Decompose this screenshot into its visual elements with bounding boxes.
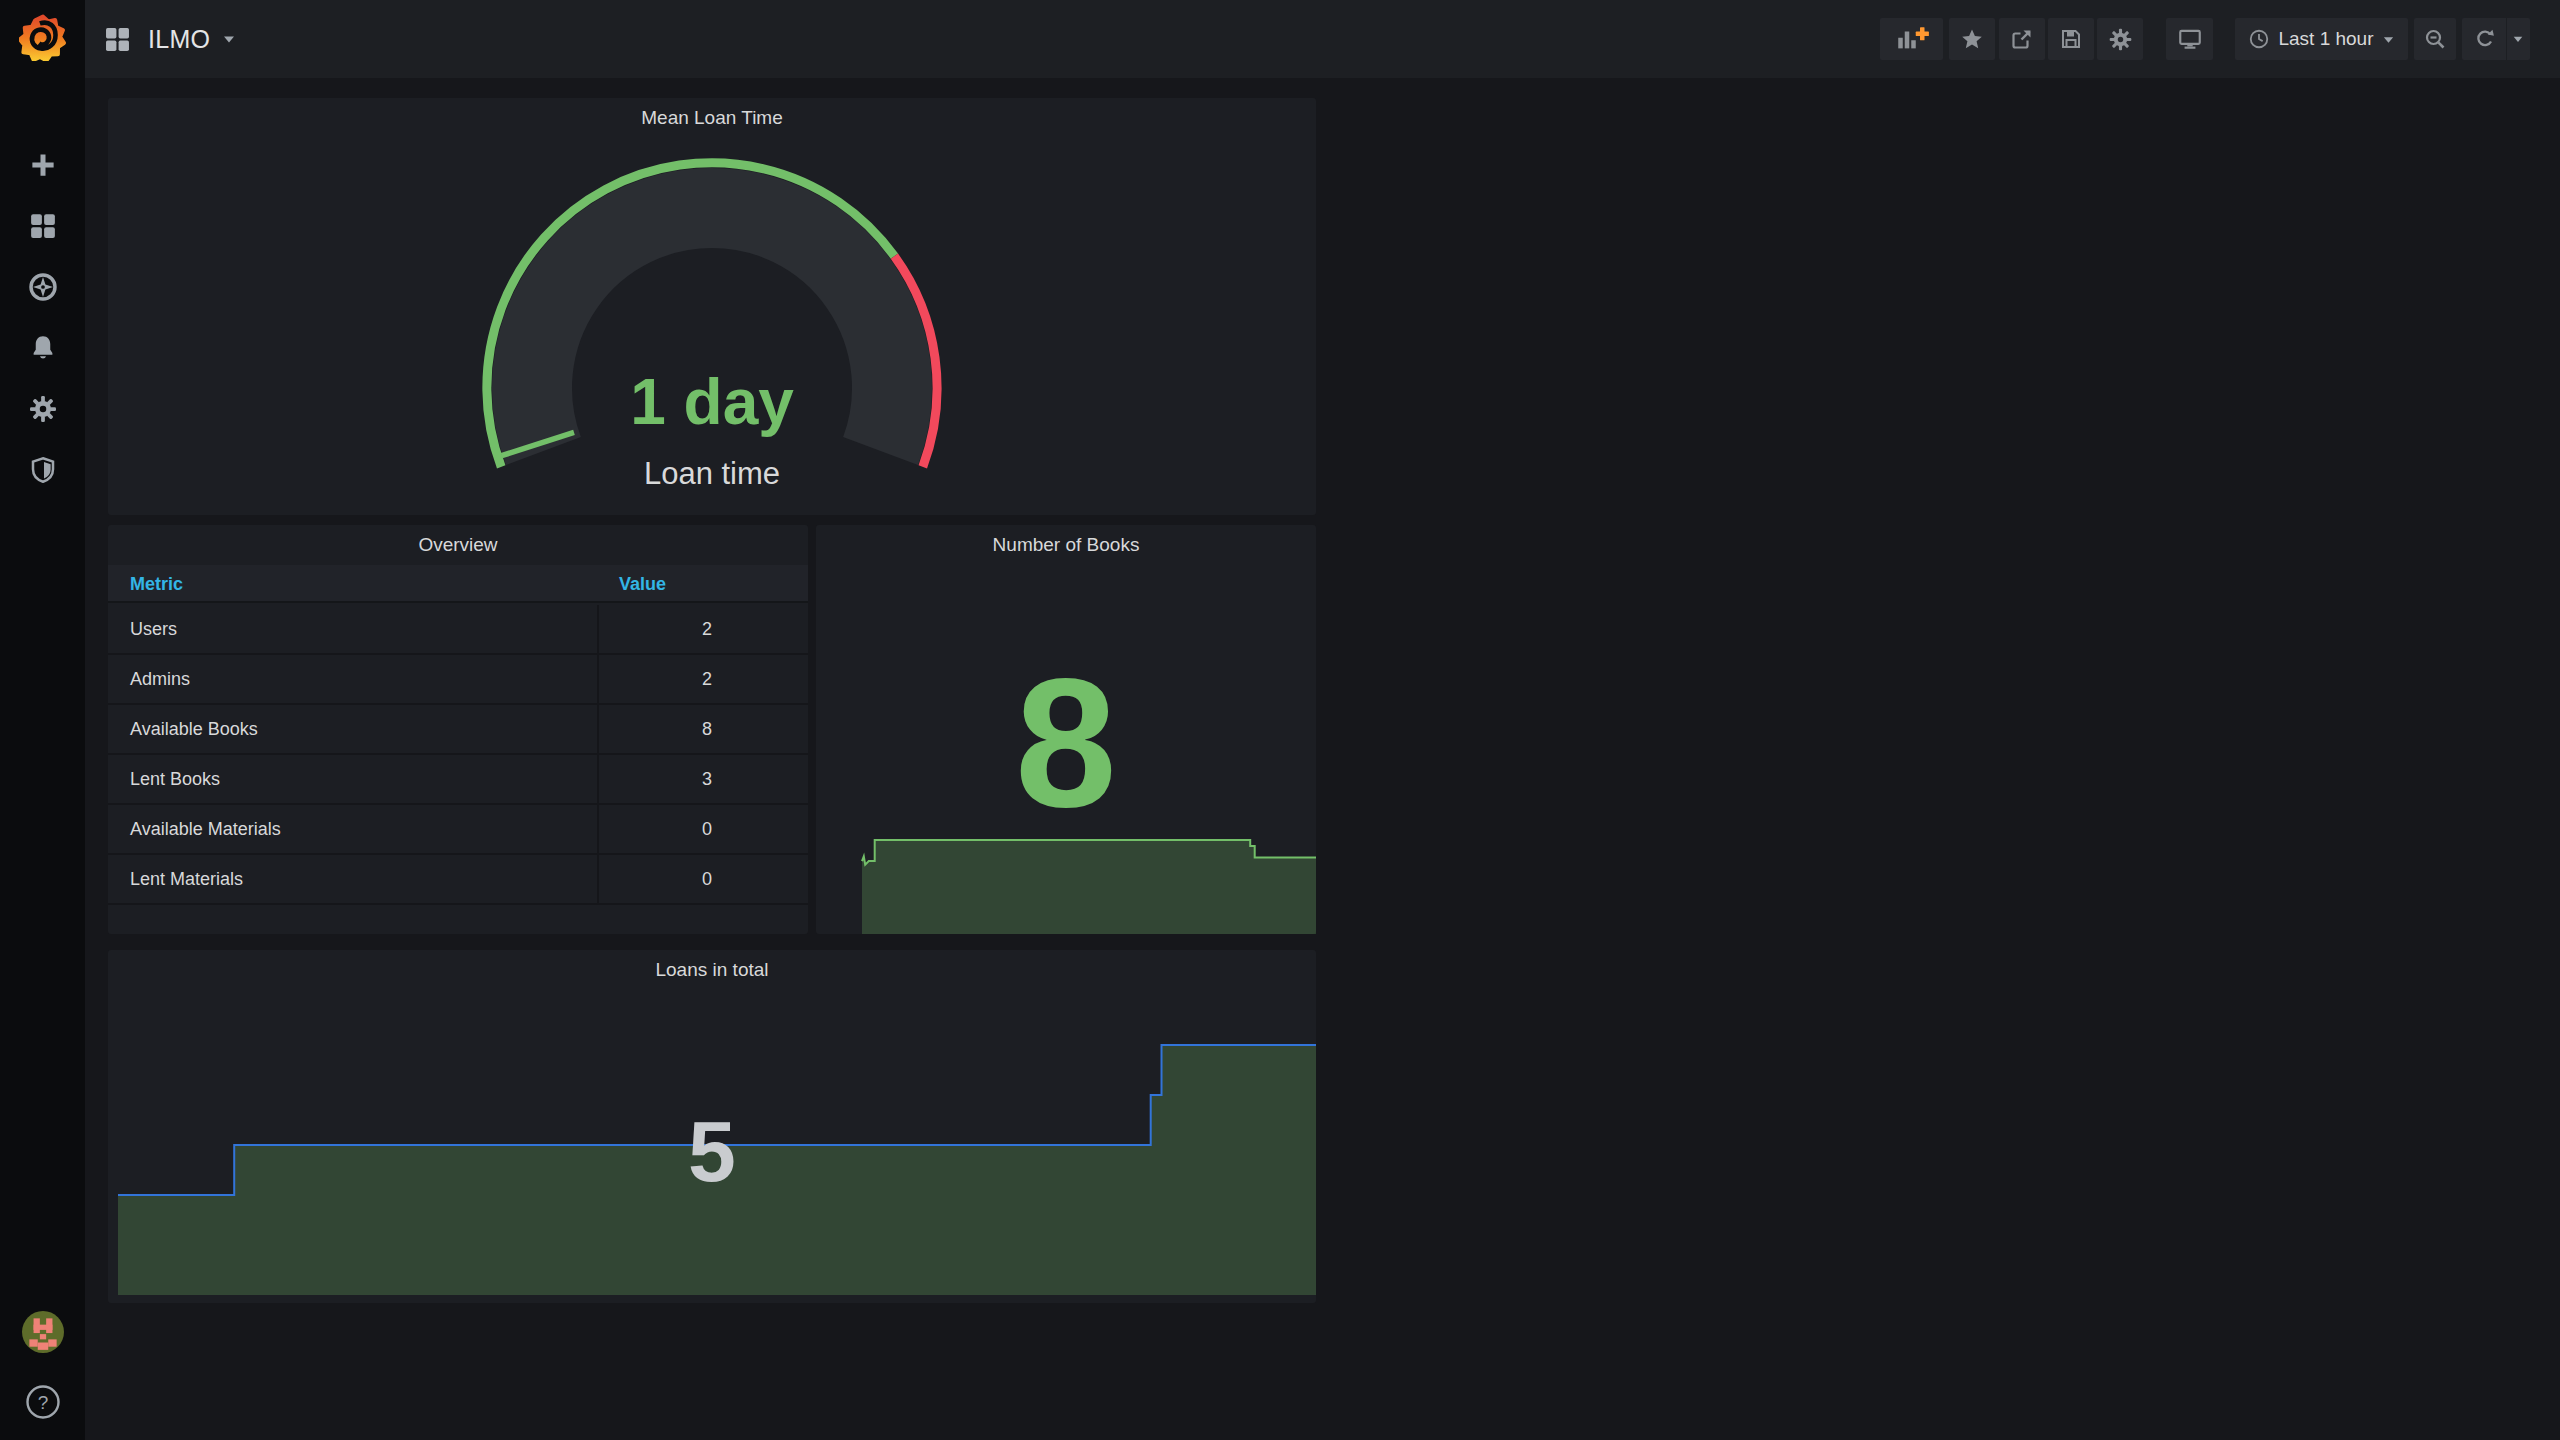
panel-title[interactable]: Number of Books	[816, 534, 1316, 556]
cell-metric: Lent Books	[130, 755, 220, 803]
dashboard-caret-icon[interactable]	[222, 32, 236, 46]
refresh-button-group[interactable]	[2462, 18, 2530, 60]
user-avatar[interactable]	[0, 1300, 85, 1364]
server-admin-shield-icon[interactable]	[0, 439, 85, 500]
gear-icon	[2108, 27, 2133, 52]
time-range-label: Last 1 hour	[2278, 28, 2373, 50]
svg-text:?: ?	[37, 1392, 48, 1413]
refresh-button[interactable]	[2463, 18, 2507, 60]
cell-value: 8	[617, 705, 797, 753]
time-range-picker[interactable]: Last 1 hour	[2235, 18, 2408, 60]
cell-value: 3	[617, 755, 797, 803]
save-button[interactable]	[2048, 18, 2094, 60]
tv-mode-button[interactable]	[2166, 18, 2213, 60]
table-body: Users 2 Admins 2 Available Books 8 Lent Books 3…	[108, 605, 808, 905]
caret-down-icon	[2382, 33, 2395, 46]
gauge-chart	[108, 98, 1316, 515]
sidebar-bottom: ?	[0, 1300, 85, 1440]
zoom-out-icon	[2423, 27, 2447, 51]
column-divider	[597, 605, 599, 905]
alerting-bell-icon[interactable]	[0, 317, 85, 378]
explore-compass-icon[interactable]	[0, 256, 85, 317]
cell-value: 2	[617, 655, 797, 703]
share-icon	[2010, 27, 2034, 51]
star-icon	[1960, 27, 1984, 51]
table-row: Admins 2	[108, 655, 808, 705]
add-panel-icon	[1894, 24, 1930, 54]
create-plus-icon[interactable]	[0, 134, 85, 195]
dashboard-title[interactable]: ILMO	[148, 25, 210, 54]
panel-overview: Overview Metric Value Users2Admins2Avail…	[108, 525, 808, 934]
cell-metric: Available Materials	[130, 805, 281, 853]
cell-value: 0	[617, 805, 797, 853]
column-header-value[interactable]: Value	[619, 565, 666, 603]
configuration-gear-icon[interactable]	[0, 378, 85, 439]
dashboard-grid-icon[interactable]	[103, 25, 132, 54]
settings-gear-button[interactable]	[2097, 18, 2143, 60]
clock-icon	[2248, 28, 2270, 50]
panel-number-of-books: Number of Books 8	[816, 525, 1316, 934]
table-row: Lent Books 3	[108, 755, 808, 805]
gauge-label: Loan time	[108, 454, 1316, 494]
dashboards-icon[interactable]	[0, 195, 85, 256]
sidebar-menu	[0, 134, 85, 500]
loans-total-value: 5	[108, 1105, 1316, 1197]
panel-mean-loan-time: Mean Loan Time 1 day Loan time	[108, 98, 1316, 515]
table-row: Lent Materials 0	[108, 855, 808, 905]
cell-metric: Lent Materials	[130, 855, 243, 903]
cell-value: 0	[617, 855, 797, 903]
table-header: Metric Value	[108, 565, 808, 603]
table-row: Available Books 8	[108, 705, 808, 755]
refresh-icon	[2473, 28, 2496, 51]
grafana-logo[interactable]	[19, 13, 67, 61]
cell-metric: Users	[130, 605, 177, 653]
add-panel-button[interactable]	[1880, 18, 1943, 60]
gauge-value: 1 day	[108, 366, 1316, 438]
refresh-interval-caret[interactable]	[2507, 18, 2530, 60]
panel-loans-in-total: Loans in total 5	[108, 950, 1316, 1303]
star-button[interactable]	[1949, 18, 1995, 60]
save-icon	[2059, 27, 2083, 51]
books-sparkline	[816, 525, 1316, 934]
table-row: Available Materials 0	[108, 805, 808, 855]
table-row: Users 2	[108, 605, 808, 655]
cell-metric: Admins	[130, 655, 190, 703]
monitor-icon	[2177, 26, 2203, 52]
zoom-out-button[interactable]	[2414, 18, 2456, 60]
panel-title[interactable]: Overview	[108, 534, 808, 556]
help-icon[interactable]: ?	[0, 1364, 85, 1440]
cell-metric: Available Books	[130, 705, 258, 753]
panel-title[interactable]: Loans in total	[108, 959, 1316, 981]
column-header-metric[interactable]: Metric	[130, 565, 183, 603]
panel-title[interactable]: Mean Loan Time	[108, 107, 1316, 129]
share-button[interactable]	[1999, 18, 2045, 60]
cell-value: 2	[617, 605, 797, 653]
caret-down-icon	[2512, 33, 2524, 45]
sidebar: ?	[0, 0, 85, 1440]
